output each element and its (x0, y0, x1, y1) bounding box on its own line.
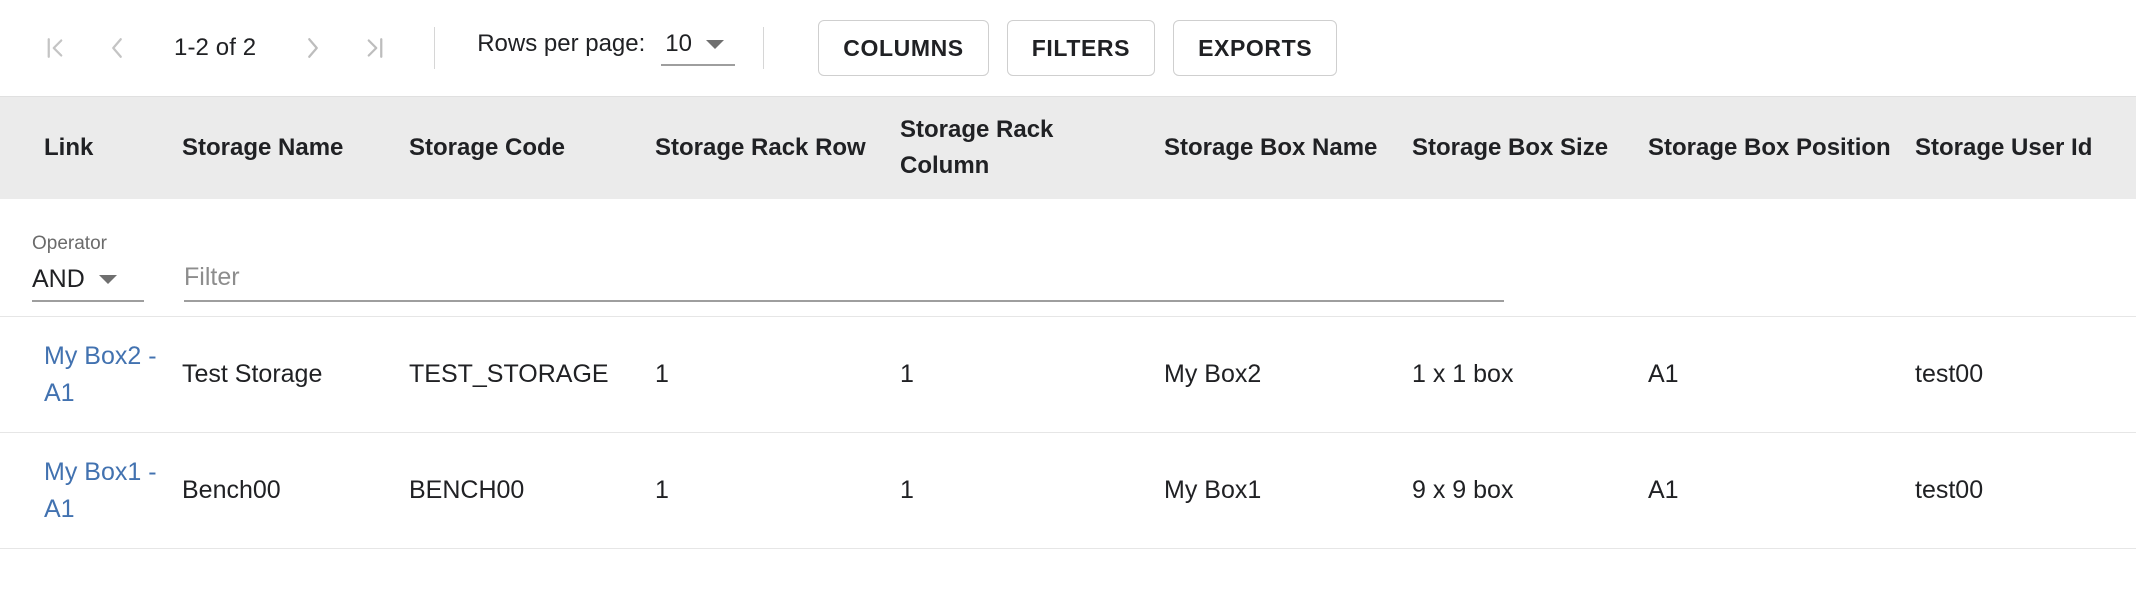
table-row[interactable]: My Box2 - A1 Test Storage TEST_STORAGE 1… (0, 317, 2136, 433)
exports-button[interactable]: EXPORTS (1173, 20, 1338, 76)
rows-per-page-select[interactable]: 10 (661, 30, 736, 66)
rows-per-page-value: 10 (665, 30, 692, 57)
column-header-storage-box-position[interactable]: Storage Box Position (1648, 130, 1915, 166)
page-range-label: 1-2 of 2 (174, 34, 257, 61)
cell-storage-code: TEST_STORAGE (409, 360, 609, 388)
chevron-right-icon (298, 33, 328, 63)
storage-table: Link Storage Name Storage Code Storage R… (0, 96, 2136, 549)
cell-storage-user-id: test00 (1915, 476, 1984, 504)
columns-button[interactable]: COLUMNS (818, 20, 989, 76)
cell-storage-box-size: 1 x 1 box (1412, 360, 1514, 388)
column-header-storage-rack-row[interactable]: Storage Rack Row (655, 130, 900, 166)
chevron-down-icon (705, 39, 724, 49)
table-header-row: Link Storage Name Storage Code Storage R… (0, 96, 2136, 199)
cell-storage-rack-row: 1 (655, 360, 669, 388)
column-header-storage-rack-column[interactable]: Storage Rack Column (900, 112, 1164, 185)
last-page-icon (360, 33, 390, 63)
cell-link: My Box1 - A1 (44, 454, 182, 528)
cell-link: My Box2 - A1 (44, 338, 182, 412)
operator-select[interactable]: AND (32, 267, 144, 302)
first-page-icon (40, 33, 70, 63)
row-link[interactable]: My Box2 - A1 (44, 338, 164, 412)
filters-button[interactable]: FILTERS (1006, 20, 1156, 76)
toolbar-buttons: COLUMNS FILTERS EXPORTS (818, 20, 1338, 76)
column-header-storage-user-id[interactable]: Storage User Id (1915, 130, 2136, 166)
filter-input-wrapper (184, 263, 1504, 302)
next-page-button[interactable] (282, 17, 344, 79)
cell-storage-code: BENCH00 (409, 476, 525, 504)
cell-storage-box-name: My Box2 (1164, 360, 1262, 388)
operator-value: AND (32, 265, 85, 293)
column-header-link[interactable]: Link (44, 130, 182, 166)
column-header-storage-name[interactable]: Storage Name (182, 130, 409, 166)
operator-group: Operator AND (32, 234, 144, 302)
last-page-button[interactable] (344, 17, 406, 79)
cell-storage-name: Test Storage (182, 360, 323, 388)
cell-storage-rack-column: 1 (900, 360, 914, 388)
cell-storage-box-position: A1 (1648, 476, 1679, 504)
cell-storage-box-size: 9 x 9 box (1412, 476, 1514, 504)
cell-storage-box-name: My Box1 (1164, 476, 1262, 504)
toolbar-divider-2 (763, 27, 765, 69)
first-page-button[interactable] (24, 17, 86, 79)
table-toolbar: 1-2 of 2 Rows per page: 10 COLUMNS FILTE… (0, 0, 2136, 96)
cell-storage-rack-column: 1 (900, 476, 914, 504)
rows-per-page-group: Rows per page: 10 (477, 30, 736, 66)
pagination-controls: 1-2 of 2 (24, 17, 406, 79)
cell-storage-rack-row: 1 (655, 476, 669, 504)
cell-storage-user-id: test00 (1915, 360, 1984, 388)
filter-input[interactable] (184, 263, 1504, 292)
row-link[interactable]: My Box1 - A1 (44, 454, 164, 528)
cell-storage-box-position: A1 (1648, 360, 1679, 388)
table-row[interactable]: My Box1 - A1 Bench00 BENCH00 1 1 My Box1… (0, 433, 2136, 549)
operator-label: Operator (32, 233, 107, 254)
cell-storage-name: Bench00 (182, 476, 281, 504)
chevron-left-icon (102, 33, 132, 63)
column-header-storage-box-size[interactable]: Storage Box Size (1412, 130, 1648, 166)
chevron-down-icon (98, 275, 117, 284)
rows-per-page-label: Rows per page: (477, 30, 646, 57)
toolbar-divider-1 (434, 27, 436, 69)
previous-page-button[interactable] (86, 17, 148, 79)
column-header-storage-code[interactable]: Storage Code (409, 130, 655, 166)
table-filter-row: Operator AND (0, 199, 2136, 317)
column-header-storage-box-name[interactable]: Storage Box Name (1164, 130, 1412, 166)
